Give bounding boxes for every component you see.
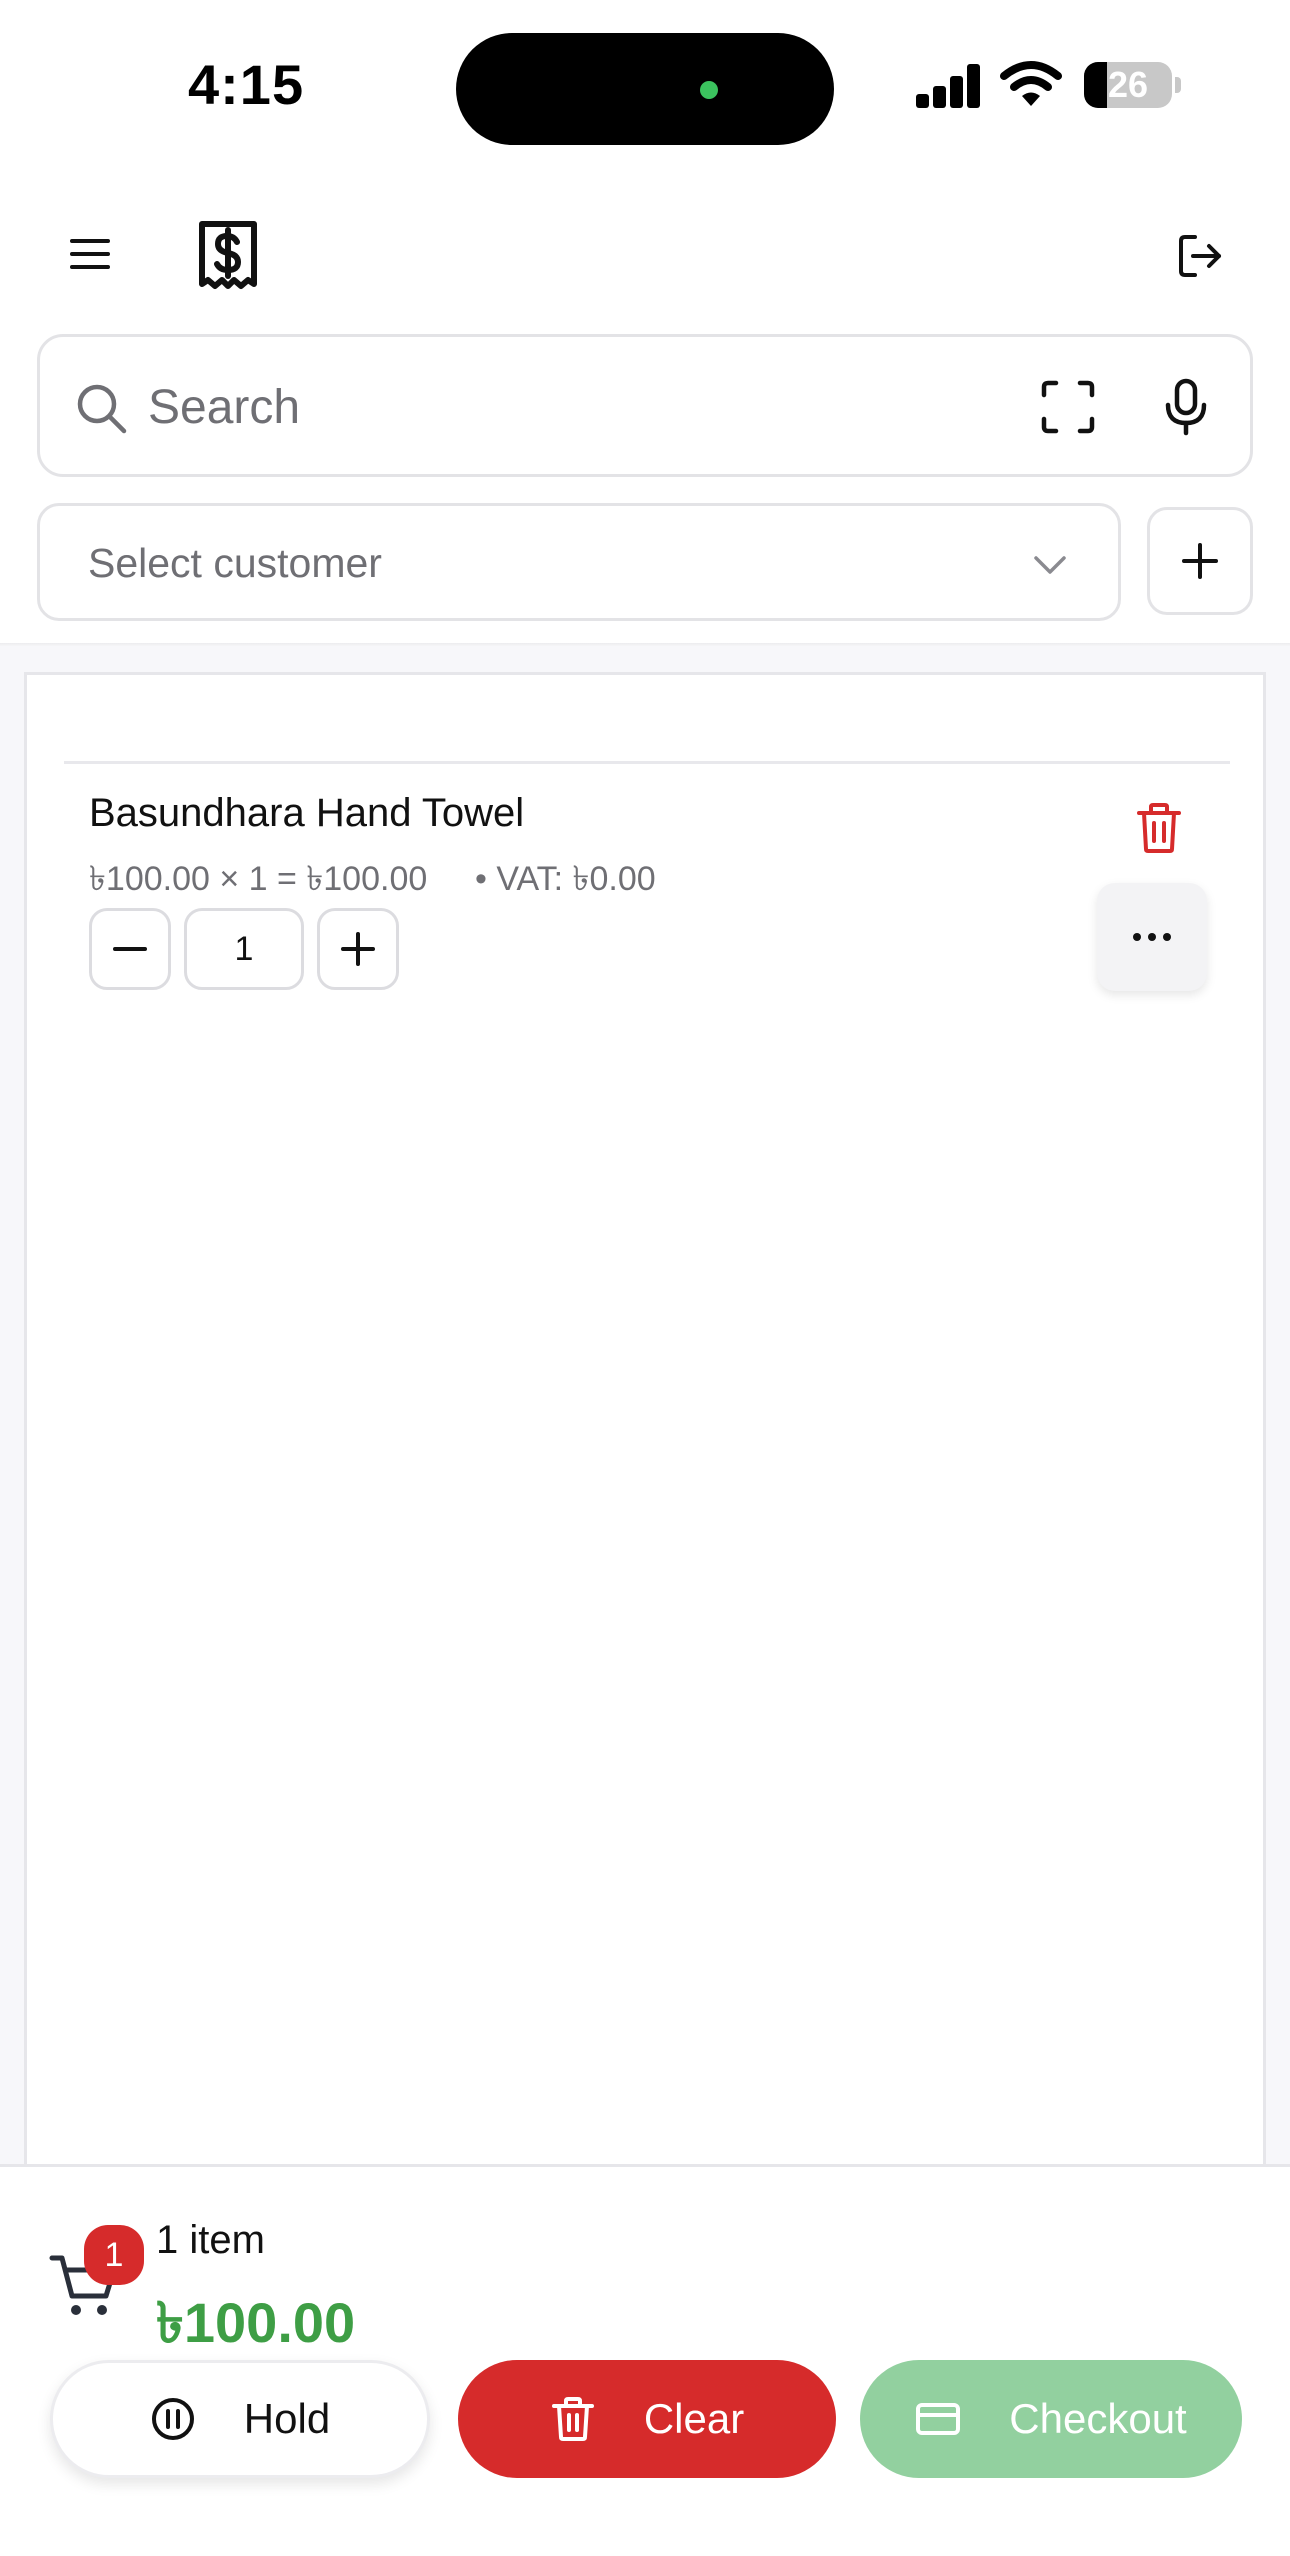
clear-button-label: Clear [643, 2395, 745, 2442]
logout-button[interactable] [1170, 226, 1230, 286]
cart-item-vat: • VAT: ৳0.00 [475, 860, 656, 898]
cart-panel: Basundhara Hand Towel ৳100.00 × 1 = ৳100… [24, 672, 1266, 2172]
logout-icon [1179, 235, 1221, 277]
search-bar [37, 334, 1253, 477]
trash-icon [551, 2397, 594, 2441]
hold-button[interactable]: Hold [50, 2360, 430, 2478]
increase-quantity-button[interactable] [317, 908, 399, 990]
receipt-dollar-icon [199, 221, 257, 289]
credit-card-icon [916, 2403, 961, 2435]
checkout-button-label: Checkout [1009, 2395, 1187, 2442]
add-customer-button[interactable] [1147, 507, 1253, 615]
cart-divider [64, 761, 1230, 764]
battery-icon: 26 [1084, 62, 1172, 108]
menu-icon [70, 239, 110, 269]
barcode-scan-button[interactable] [1040, 379, 1096, 435]
voice-search-button[interactable] [1158, 377, 1214, 437]
decrease-quantity-button[interactable] [89, 908, 171, 990]
trash-icon [1137, 803, 1181, 853]
chevron-down-icon [1034, 556, 1066, 574]
search-icon [77, 384, 127, 434]
battery-percentage: 26 [1107, 64, 1149, 105]
customer-select-placeholder: Select customer [88, 540, 382, 586]
clear-cart-button[interactable]: Clear [458, 2360, 836, 2478]
status-bar: 4:15 26 [0, 0, 1290, 170]
microphone-icon [1165, 378, 1207, 436]
customer-select[interactable]: Select customer [37, 503, 1121, 621]
cart-item-name: Basundhara Hand Towel [89, 791, 525, 835]
quantity-input[interactable]: 1 [184, 908, 304, 990]
plus-icon [341, 932, 375, 966]
status-time: 4:15 [188, 53, 305, 116]
checkout-button[interactable]: Checkout [860, 2360, 1242, 2478]
app-logo [196, 220, 260, 290]
hold-button-label: Hold [243, 2395, 331, 2442]
pause-circle-icon [151, 2398, 194, 2440]
remove-item-button[interactable] [1135, 801, 1183, 855]
cellular-signal-icon [916, 62, 982, 108]
wifi-icon [1000, 61, 1062, 106]
item-options-button[interactable] [1097, 883, 1207, 991]
cart-item-price: ৳100.00 × 1 = ৳100.00 [89, 860, 428, 898]
battery-cap [1175, 77, 1181, 93]
plus-icon [1182, 543, 1218, 579]
scan-icon [1041, 380, 1095, 434]
camera-indicator-dot [700, 81, 718, 99]
more-horizontal-icon [1133, 933, 1171, 941]
cart-count-badge: 1 [84, 2225, 144, 2285]
dynamic-island [456, 33, 834, 145]
cart-item-count: 1 item [156, 2218, 265, 2262]
minus-icon [113, 947, 147, 951]
search-input[interactable] [148, 367, 1008, 447]
menu-button[interactable] [62, 226, 118, 282]
